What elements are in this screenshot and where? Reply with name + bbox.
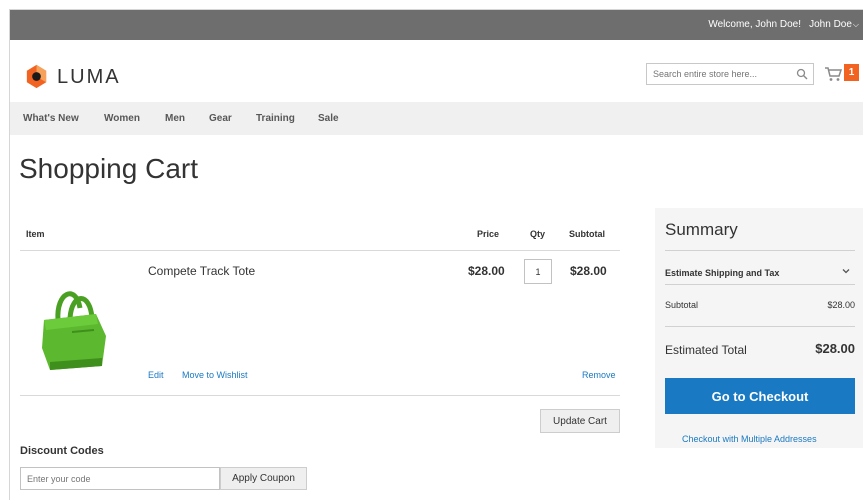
nav-item-whats-new[interactable]: What's New xyxy=(23,113,79,124)
item-price: $28.00 xyxy=(468,264,505,278)
chevron-down-icon: ⌵ xyxy=(852,20,859,29)
estimated-total-label: Estimated Total xyxy=(665,343,747,357)
search-icon[interactable] xyxy=(795,67,809,81)
product-image[interactable] xyxy=(36,278,116,378)
product-name[interactable]: Compete Track Tote xyxy=(148,264,255,278)
summary-title: Summary xyxy=(665,220,738,239)
column-header-price: Price xyxy=(477,229,500,239)
search-box[interactable] xyxy=(646,63,814,85)
main-nav: What's New Women Men Gear Training Sale xyxy=(10,102,863,135)
search-input[interactable] xyxy=(653,64,791,84)
welcome-message: Welcome, John Doe! xyxy=(708,19,801,30)
subtotal-value: $28.00 xyxy=(827,300,855,310)
column-header-item: Item xyxy=(26,229,45,239)
apply-coupon-button[interactable]: Apply Coupon xyxy=(220,467,307,490)
luma-logo-icon[interactable] xyxy=(23,63,50,90)
item-subtotal: $28.00 xyxy=(570,264,607,278)
coupon-input[interactable] xyxy=(20,467,220,490)
move-to-wishlist-link[interactable]: Move to Wishlist xyxy=(182,370,248,380)
summary-divider xyxy=(665,284,855,285)
order-summary: Summary Estimate Shipping and Tax Subtot… xyxy=(655,208,863,448)
account-menu[interactable]: John Doe⌵ xyxy=(809,19,859,30)
update-cart-button[interactable]: Update Cart xyxy=(540,409,620,433)
table-header-divider xyxy=(20,250,620,251)
nav-item-men[interactable]: Men xyxy=(165,113,185,124)
go-to-checkout-button[interactable]: Go to Checkout xyxy=(665,378,855,414)
cart-count-badge[interactable]: 1 xyxy=(844,64,859,81)
subtotal-label: Subtotal xyxy=(665,300,699,310)
account-name: John Doe xyxy=(809,19,852,30)
nav-item-gear[interactable]: Gear xyxy=(209,113,232,124)
browser-viewport: Welcome, John Doe! John Doe⌵ LUMA 1 What… xyxy=(9,9,863,500)
chevron-down-icon[interactable] xyxy=(841,266,851,276)
nav-item-sale[interactable]: Sale xyxy=(318,113,339,124)
column-header-subtotal: Subtotal xyxy=(569,229,605,239)
edit-link[interactable]: Edit xyxy=(148,370,164,380)
estimated-total-value: $28.00 xyxy=(815,341,855,356)
qty-input[interactable] xyxy=(524,259,552,284)
logo-text[interactable]: LUMA xyxy=(57,66,121,89)
top-bar: Welcome, John Doe! John Doe⌵ xyxy=(10,10,863,40)
cart-icon[interactable] xyxy=(824,66,842,82)
summary-divider xyxy=(665,250,855,251)
remove-link[interactable]: Remove xyxy=(582,370,616,380)
page-title: Shopping Cart xyxy=(19,153,199,184)
estimate-shipping-toggle[interactable]: Estimate Shipping and Tax xyxy=(665,268,779,278)
column-header-qty: Qty xyxy=(530,229,546,239)
summary-divider xyxy=(665,326,855,327)
nav-item-women[interactable]: Women xyxy=(104,113,140,124)
item-divider xyxy=(20,395,620,396)
checkout-multiple-addresses-link[interactable]: Checkout with Multiple Addresses xyxy=(682,434,817,444)
discount-codes-title[interactable]: Discount Codes xyxy=(20,445,104,457)
nav-item-training[interactable]: Training xyxy=(256,113,295,124)
